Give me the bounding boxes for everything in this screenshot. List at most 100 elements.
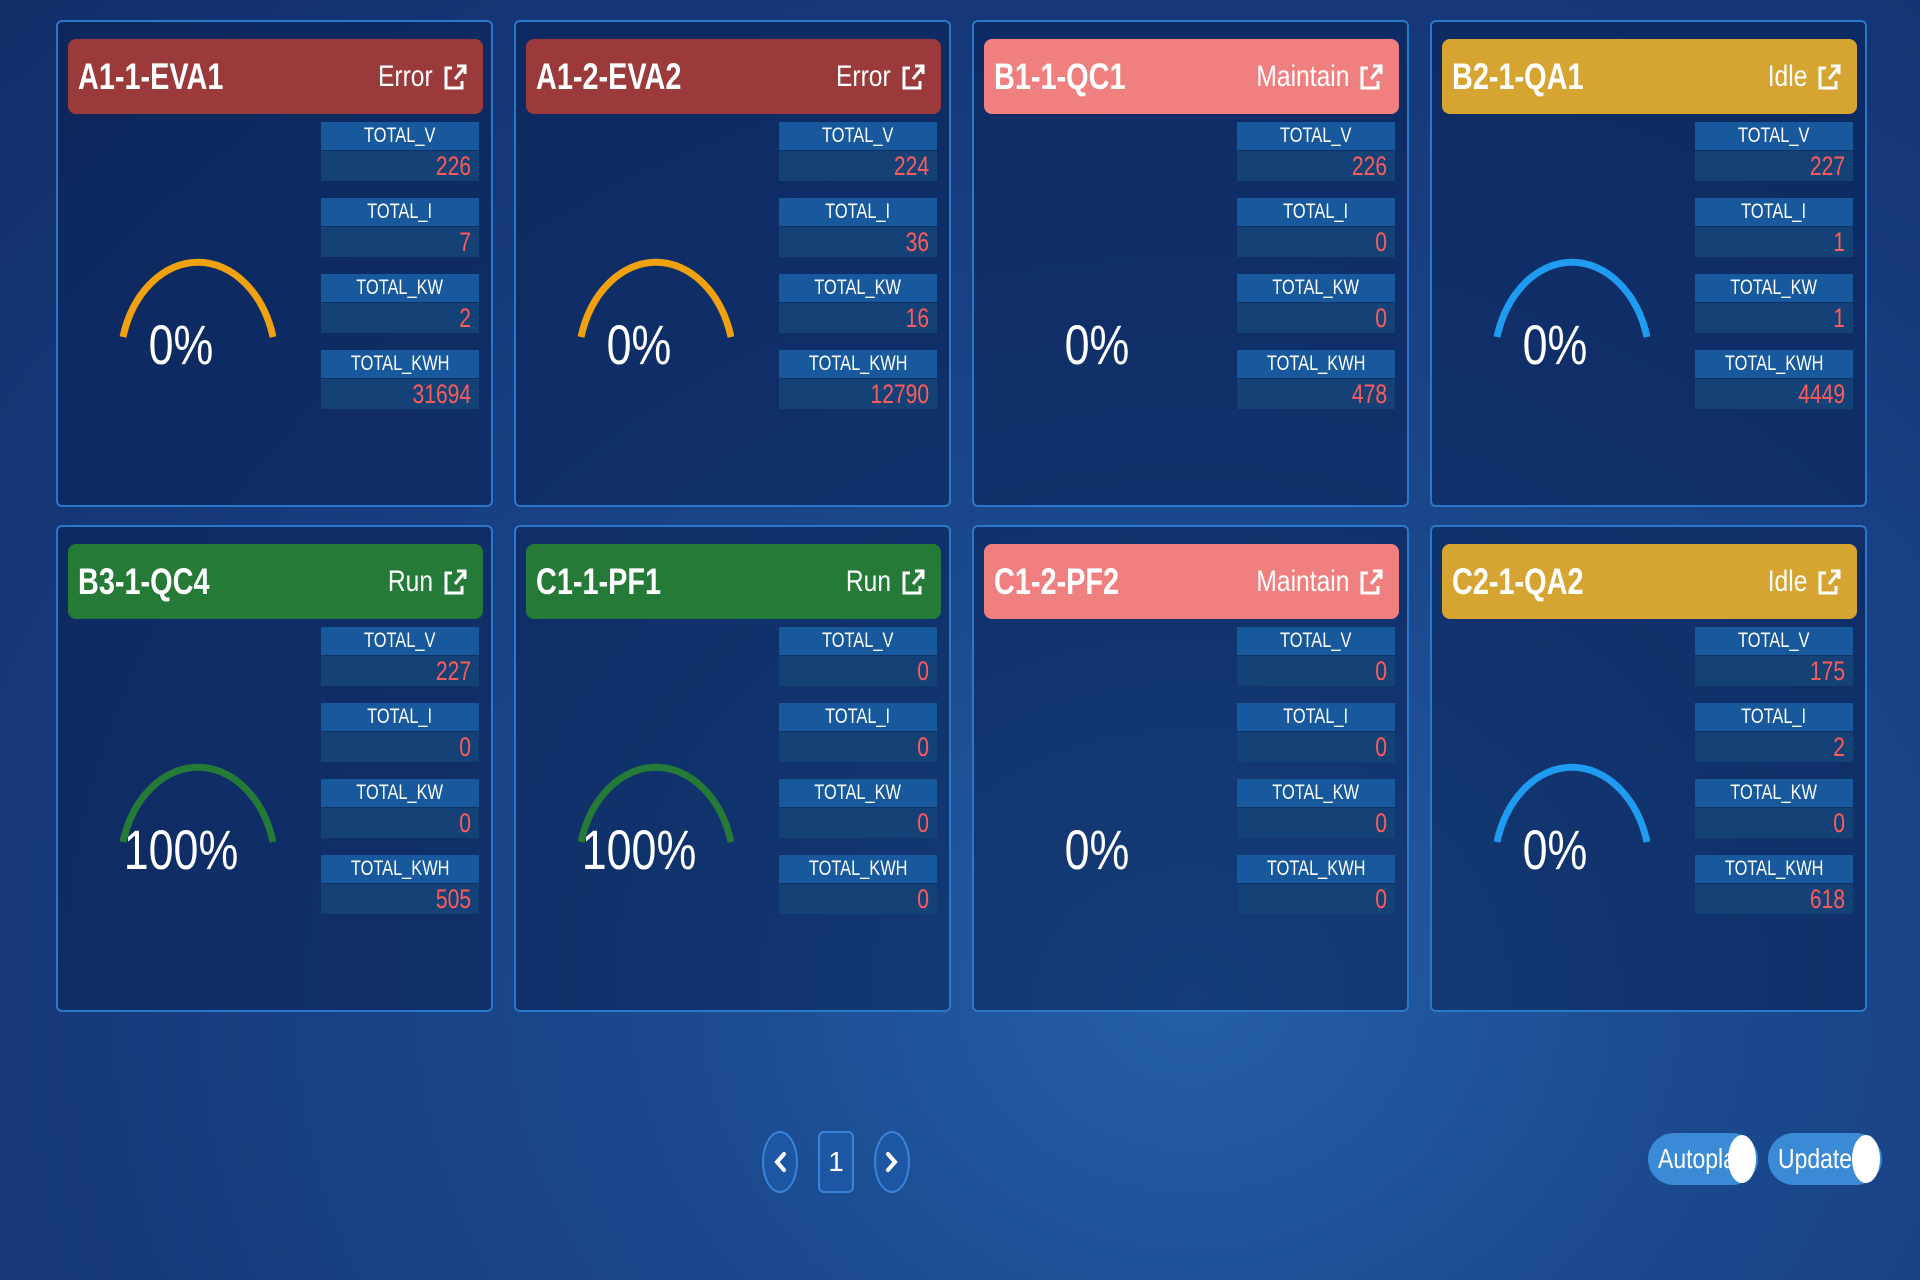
metric-label: TOTAL_I xyxy=(779,198,937,226)
metric-label: TOTAL_I xyxy=(1695,703,1853,731)
card-header: A1-1-EVA1 Error xyxy=(68,39,483,114)
metric-value: 0 xyxy=(779,655,937,686)
gauge-percent: 0% xyxy=(1522,313,1588,376)
metric-total-kwh: TOTAL_KWH 31694 xyxy=(321,350,479,411)
status-area: Maintain xyxy=(1236,565,1383,599)
metric-label: TOTAL_KW xyxy=(1237,779,1395,807)
status-label: Idle xyxy=(1767,59,1807,93)
external-link-icon[interactable] xyxy=(901,63,925,91)
external-link-icon[interactable] xyxy=(443,63,467,91)
metric-value-text: 0 xyxy=(917,808,929,838)
metric-label-text: TOTAL_KW xyxy=(356,781,444,804)
status-label: Error xyxy=(378,59,433,93)
update-toggle[interactable]: Update xyxy=(1768,1133,1882,1185)
metrics-panel: TOTAL_V 224 TOTAL_I 36 TOTAL_KW 16 TOTAL_KWH 12… xyxy=(779,122,937,426)
page-number-button[interactable]: 1 xyxy=(818,1131,854,1193)
device-card-b3-1-qc4: B3-1-QC4 Run 100% TOTAL_V 227 TOTAL_I 0 TOTA… xyxy=(56,525,493,1012)
metric-total-i: TOTAL_I 0 xyxy=(1237,198,1395,259)
device-name: A1-1-EVA1 xyxy=(78,55,224,97)
metric-value-text: 0 xyxy=(1375,656,1387,686)
external-link-icon[interactable] xyxy=(1359,568,1383,596)
status-label: Maintain xyxy=(1256,564,1349,598)
metric-total-kwh: TOTAL_KWH 0 xyxy=(779,855,937,916)
metric-value: 0 xyxy=(321,807,479,838)
metric-value: 7 xyxy=(321,226,479,257)
metric-label: TOTAL_I xyxy=(779,703,937,731)
metric-total-kw: TOTAL_KW 0 xyxy=(1237,779,1395,840)
metric-label-text: TOTAL_V xyxy=(364,124,436,147)
device-name: B1-1-QC1 xyxy=(994,55,1126,97)
metric-value-text: 0 xyxy=(917,884,929,914)
external-link-icon[interactable] xyxy=(901,568,925,596)
metric-value: 224 xyxy=(779,150,937,181)
status-area: Maintain xyxy=(1236,60,1383,94)
chevron-left-icon xyxy=(774,1152,786,1172)
metric-label-text: TOTAL_KWH xyxy=(1724,352,1824,375)
device-name: C1-2-PF2 xyxy=(994,560,1120,602)
metric-label: TOTAL_V xyxy=(779,627,937,655)
card-header: B2-1-QA1 Idle xyxy=(1442,39,1857,114)
card-header: C1-2-PF2 Maintain xyxy=(984,544,1399,619)
metric-value-text: 1 xyxy=(1833,227,1845,257)
metric-total-v: TOTAL_V 226 xyxy=(1237,122,1395,183)
metric-value-text: 2 xyxy=(1833,732,1845,762)
metric-label: TOTAL_KW xyxy=(321,274,479,302)
metric-label-text: TOTAL_KW xyxy=(356,276,444,299)
metric-label: TOTAL_KW xyxy=(779,274,937,302)
status-label: Maintain xyxy=(1256,59,1349,93)
metric-label-text: TOTAL_V xyxy=(1280,124,1352,147)
device-card-c1-2-pf2: C1-2-PF2 Maintain 0% TOTAL_V 0 TOTAL_I 0 TOT… xyxy=(972,525,1409,1012)
metric-label: TOTAL_I xyxy=(1695,198,1853,226)
metric-label: TOTAL_KWH xyxy=(1695,350,1853,378)
external-link-icon[interactable] xyxy=(1359,63,1383,91)
status-label: Run xyxy=(845,564,891,598)
metric-label-text: TOTAL_V xyxy=(822,124,894,147)
external-link-icon[interactable] xyxy=(443,568,467,596)
next-page-button[interactable] xyxy=(874,1131,910,1193)
metric-label: TOTAL_KWH xyxy=(1237,350,1395,378)
metric-total-kw: TOTAL_KW 16 xyxy=(779,274,937,335)
gauge-percent: 0% xyxy=(1064,818,1130,881)
metric-total-v: TOTAL_V 227 xyxy=(321,627,479,688)
device-card-a1-2-eva2: A1-2-EVA2 Error 0% TOTAL_V 224 TOTAL_I 36 TO… xyxy=(514,20,951,507)
metric-value: 1 xyxy=(1695,302,1853,333)
device-card-c1-1-pf1: C1-1-PF1 Run 100% TOTAL_V 0 TOTAL_I 0 TOTAL_… xyxy=(514,525,951,1012)
metric-label: TOTAL_KWH xyxy=(321,350,479,378)
metric-label: TOTAL_V xyxy=(321,122,479,150)
metric-total-v: TOTAL_V 0 xyxy=(779,627,937,688)
card-header: A1-2-EVA2 Error xyxy=(526,39,941,114)
metric-value: 226 xyxy=(1237,150,1395,181)
metric-label-text: TOTAL_KWH xyxy=(350,352,450,375)
device-card-b1-1-qc1: B1-1-QC1 Maintain 0% TOTAL_V 226 TOTAL_I 0 T… xyxy=(972,20,1409,507)
metric-total-i: TOTAL_I 2 xyxy=(1695,703,1853,764)
metrics-panel: TOTAL_V 0 TOTAL_I 0 TOTAL_KW 0 TOTAL_KWH 0 xyxy=(1237,627,1395,931)
metric-label: TOTAL_KWH xyxy=(1695,855,1853,883)
metric-label: TOTAL_KW xyxy=(779,779,937,807)
status-area: Idle xyxy=(1759,60,1841,94)
metric-total-kw: TOTAL_KW 1 xyxy=(1695,274,1853,335)
autoplay-toggle[interactable]: Autoplay xyxy=(1648,1133,1758,1185)
metrics-panel: TOTAL_V 175 TOTAL_I 2 TOTAL_KW 0 TOTAL_KWH 618 xyxy=(1695,627,1853,931)
metric-value-text: 7 xyxy=(459,227,471,257)
external-link-icon[interactable] xyxy=(1817,568,1841,596)
metric-value-text: 0 xyxy=(1375,884,1387,914)
metric-label-text: TOTAL_V xyxy=(822,629,894,652)
gauge-percent: 100% xyxy=(123,818,239,881)
metric-label-text: TOTAL_I xyxy=(367,200,433,223)
card-header: B3-1-QC4 Run xyxy=(68,544,483,619)
prev-page-button[interactable] xyxy=(762,1131,798,1193)
metric-label: TOTAL_KW xyxy=(1695,274,1853,302)
metric-label-text: TOTAL_I xyxy=(825,705,891,728)
metric-label: TOTAL_V xyxy=(1237,122,1395,150)
status-label: Idle xyxy=(1767,564,1807,598)
metric-value: 505 xyxy=(321,883,479,914)
metric-label-text: TOTAL_KWH xyxy=(1266,352,1366,375)
external-link-icon[interactable] xyxy=(1817,63,1841,91)
metric-value: 4449 xyxy=(1695,378,1853,409)
metric-label: TOTAL_V xyxy=(1695,122,1853,150)
metric-value-text: 0 xyxy=(917,732,929,762)
metric-total-kw: TOTAL_KW 0 xyxy=(1695,779,1853,840)
metric-label-text: TOTAL_V xyxy=(364,629,436,652)
update-label: Update xyxy=(1778,1143,1853,1174)
metric-value: 31694 xyxy=(321,378,479,409)
